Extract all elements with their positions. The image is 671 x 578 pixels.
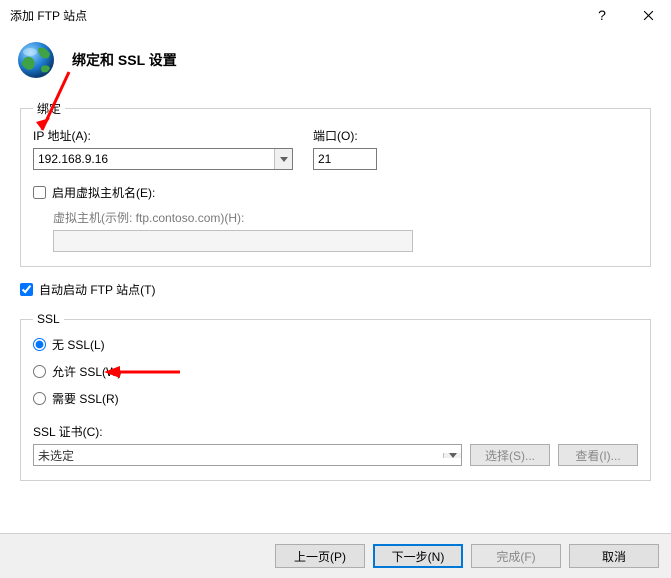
ssl-cert-dropdown-button[interactable]: [443, 453, 461, 458]
finish-button: 完成(F): [471, 544, 561, 568]
chevron-down-icon: [449, 453, 457, 458]
globe-icon: [16, 40, 56, 80]
close-button[interactable]: [625, 0, 671, 30]
ssl-none-label: 无 SSL(L): [52, 336, 105, 353]
enable-vhost-label: 启用虚拟主机名(E):: [52, 184, 155, 201]
ssl-view-button: 查看(I)...: [558, 444, 638, 466]
ssl-require-radio[interactable]: [33, 392, 46, 405]
ssl-cert-combo[interactable]: 未选定: [33, 444, 462, 466]
ip-dropdown-button[interactable]: [274, 149, 292, 169]
ssl-select-button: 选择(S)...: [470, 444, 550, 466]
ssl-group: SSL 无 SSL(L) 允许 SSL(W) 需要 SSL(R) SSL 证书(…: [20, 312, 651, 481]
port-label: 端口(O):: [313, 127, 377, 144]
window-titlebar: 添加 FTP 站点 ?: [0, 0, 671, 30]
ip-address-input[interactable]: [34, 149, 274, 169]
ssl-legend: SSL: [33, 312, 64, 326]
vhost-sub-label: 虚拟主机(示例: ftp.contoso.com)(H):: [53, 209, 638, 226]
ip-address-combo[interactable]: [33, 148, 293, 170]
port-input[interactable]: [313, 148, 377, 170]
prev-button[interactable]: 上一页(P): [275, 544, 365, 568]
next-button[interactable]: 下一步(N): [373, 544, 463, 568]
auto-start-label: 自动启动 FTP 站点(T): [39, 281, 155, 298]
wizard-footer: 上一页(P) 下一步(N) 完成(F) 取消: [0, 533, 671, 578]
auto-start-checkbox[interactable]: [20, 283, 33, 296]
cancel-button[interactable]: 取消: [569, 544, 659, 568]
enable-vhost-checkbox[interactable]: [33, 186, 46, 199]
ssl-none-radio[interactable]: [33, 338, 46, 351]
window-title: 添加 FTP 站点: [10, 7, 579, 24]
help-button[interactable]: ?: [579, 0, 625, 30]
ip-address-label: IP 地址(A):: [33, 127, 293, 144]
binding-group: 绑定 IP 地址(A): 端口(O): 启用虚拟主机名(E): 虚拟主机(示: [20, 100, 651, 267]
binding-legend: 绑定: [33, 100, 65, 117]
ssl-allow-radio[interactable]: [33, 365, 46, 378]
page-title: 绑定和 SSL 设置: [72, 50, 177, 70]
chevron-down-icon: [280, 157, 288, 162]
close-icon: [643, 10, 654, 21]
ssl-cert-value: 未选定: [34, 447, 443, 464]
ssl-cert-label: SSL 证书(C):: [33, 423, 103, 440]
vhost-input: [53, 230, 413, 252]
ssl-allow-label: 允许 SSL(W): [52, 363, 121, 380]
ssl-require-label: 需要 SSL(R): [52, 390, 119, 407]
wizard-header: 绑定和 SSL 设置: [0, 30, 671, 100]
